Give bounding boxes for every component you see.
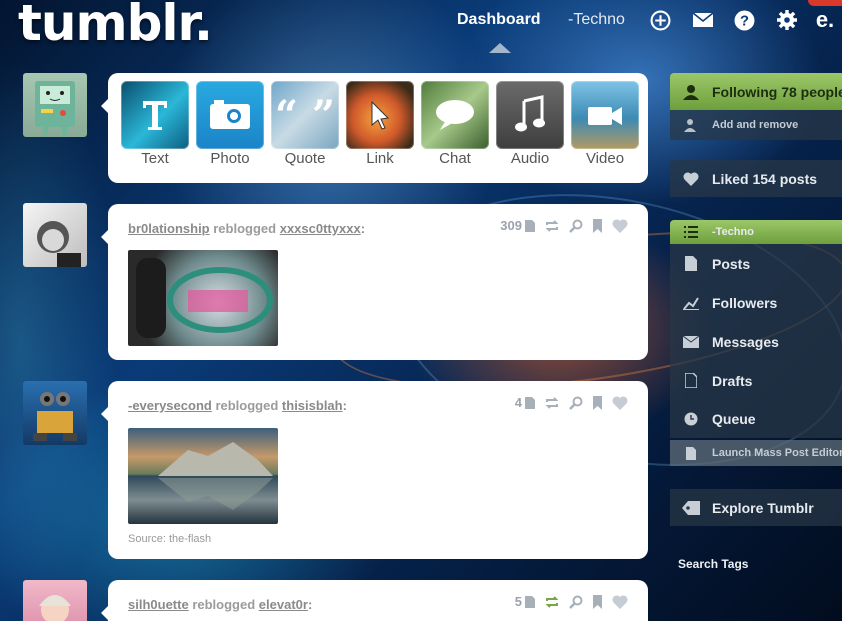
avatar[interactable] [23, 381, 87, 445]
blog-menu: Posts Followers Messages Drafts Queue [670, 244, 842, 438]
note-icon [525, 595, 535, 608]
post-type-photo[interactable]: Photo [196, 81, 264, 183]
clock-icon [682, 412, 700, 426]
search-tags-label: Search Tags [678, 557, 749, 571]
post-type-bar: Text Photo “ ” Quote Link Chat Audio Vid… [101, 73, 648, 183]
note-icon [525, 396, 535, 409]
post-card: -everysecond reblogged thisisblah: 4 Sou… [101, 381, 648, 559]
post-type-chat[interactable]: Chat [421, 81, 489, 183]
avatar[interactable] [23, 73, 87, 137]
post-header: -everysecond reblogged thisisblah: [128, 398, 347, 413]
following-count[interactable]: Following 78 people [670, 73, 842, 110]
post-controls: 5 [515, 594, 628, 609]
post-header: silh0uette reblogged elevat0r: [128, 597, 313, 612]
tag-icon [682, 500, 700, 515]
sidebar-item-drafts[interactable]: Drafts [670, 361, 842, 400]
document-icon [682, 446, 700, 460]
sidebar-item-followers[interactable]: Followers [670, 283, 842, 322]
post-controls: 4 [515, 395, 628, 410]
music-note-icon [496, 81, 564, 149]
note-icon [525, 219, 535, 232]
post-type-video[interactable]: Video [571, 81, 639, 183]
sidebar-item-queue[interactable]: Queue [670, 400, 842, 438]
post-card: silh0uette reblogged elevat0r: 5 [101, 580, 648, 621]
post-source-link[interactable]: xxxsc0ttyxxx [280, 221, 361, 236]
post-source-caption: Source: the-flash [128, 533, 212, 545]
user-icon [682, 84, 700, 100]
text-icon [121, 81, 189, 149]
list-icon [682, 226, 700, 238]
reblog-icon[interactable] [545, 396, 559, 409]
add-and-remove-link[interactable]: Add and remove [670, 110, 842, 140]
chat-bubble-icon [421, 81, 489, 149]
sidebar-item-posts[interactable]: Posts [670, 244, 842, 283]
post-author-link[interactable]: silh0uette [128, 597, 189, 612]
post-card: br0lationship reblogged xxxsc0ttyxxx: 30… [101, 204, 648, 360]
search-icon[interactable] [569, 396, 583, 410]
camera-icon [196, 81, 264, 149]
heart-icon[interactable] [612, 218, 628, 233]
mail-icon[interactable] [692, 9, 714, 31]
nav-blog-techno[interactable]: -Techno [568, 9, 625, 31]
post-header: br0lationship reblogged xxxsc0ttyxxx: [128, 221, 366, 236]
search-icon[interactable] [569, 595, 583, 609]
bookmark-icon[interactable] [593, 395, 602, 410]
blog-header[interactable]: -Techno [670, 220, 842, 244]
bookmark-icon[interactable] [593, 218, 602, 233]
gear-icon[interactable] [776, 9, 798, 31]
heart-icon[interactable] [612, 594, 628, 609]
draft-icon [682, 373, 700, 388]
notes-count[interactable]: 309 [500, 218, 535, 233]
heart-icon [682, 171, 700, 186]
explore-tumblr-link[interactable]: Explore Tumblr [670, 489, 842, 526]
notification-badge [808, 0, 842, 6]
video-icon [571, 81, 639, 149]
heart-icon[interactable] [612, 395, 628, 410]
nav-dashboard[interactable]: Dashboard [457, 9, 541, 31]
avatar[interactable] [23, 580, 87, 621]
chart-icon [682, 296, 700, 310]
active-nav-caret [489, 43, 511, 53]
avatar[interactable] [23, 203, 87, 267]
post-source-link[interactable]: thisisblah [282, 398, 343, 413]
account-icon[interactable]: e. [814, 7, 836, 32]
post-type-quote[interactable]: “ ” Quote [271, 81, 339, 183]
reblog-icon[interactable] [545, 219, 559, 232]
post-author-link[interactable]: -everysecond [128, 398, 212, 413]
reblog-icon[interactable] [545, 595, 559, 608]
sidebar-item-messages[interactable]: Messages [670, 322, 842, 361]
mass-post-editor-link[interactable]: Launch Mass Post Editor [670, 440, 842, 466]
bookmark-icon[interactable] [593, 594, 602, 609]
quote-icon: “ ” [271, 81, 339, 149]
document-icon [682, 256, 700, 271]
envelope-icon [682, 335, 700, 348]
notes-count[interactable]: 5 [515, 594, 535, 609]
link-cursor-icon [346, 81, 414, 149]
add-user-icon [682, 118, 700, 132]
post-image[interactable] [128, 250, 278, 346]
post-type-audio[interactable]: Audio [496, 81, 564, 183]
post-type-link[interactable]: Link [346, 81, 414, 183]
post-image[interactable] [128, 428, 278, 524]
svg-text:?: ? [740, 13, 749, 29]
post-author-link[interactable]: br0lationship [128, 221, 210, 236]
post-source-link[interactable]: elevat0r [259, 597, 308, 612]
post-type-text[interactable]: Text [121, 81, 189, 183]
search-icon[interactable] [569, 219, 583, 233]
help-icon[interactable]: ? [733, 9, 755, 31]
notes-count[interactable]: 4 [515, 395, 535, 410]
tumblr-logo[interactable]: tumblr. [18, 0, 213, 52]
plus-circle-icon[interactable] [649, 9, 671, 31]
post-controls: 309 [500, 218, 628, 233]
liked-posts[interactable]: Liked 154 posts [670, 160, 842, 197]
